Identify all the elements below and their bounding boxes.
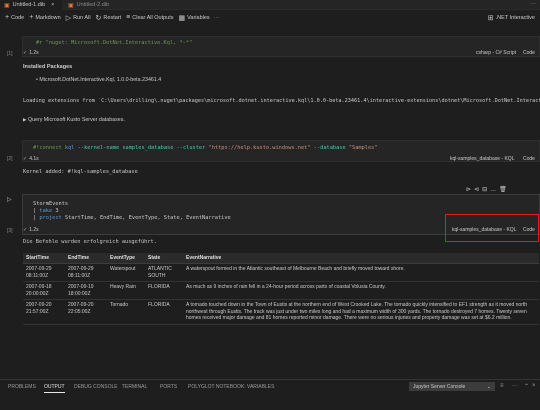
- execution-status: ✓ 1.2s: [23, 50, 39, 56]
- run-all-icon: ▷: [65, 14, 72, 22]
- query-details[interactable]: ▶ Query Microsoft Kusto Server databases…: [23, 117, 125, 123]
- close-tab-icon[interactable]: ×: [51, 2, 54, 8]
- table-cell: 2007-09-18 20:00:00Z: [23, 281, 65, 300]
- cell-2-source[interactable]: #!connect kql --kernel-name samples_data…: [33, 145, 378, 152]
- notebook-file-icon: ▣: [4, 2, 10, 9]
- add-code-button[interactable]: + Code: [5, 14, 24, 21]
- restart-icon: ↻: [95, 14, 102, 22]
- execution-count: [1]: [7, 51, 13, 57]
- cell-language-label[interactable]: Code: [523, 156, 535, 162]
- output-channel-select[interactable]: Jupyter Server Console ⌄: [409, 382, 495, 391]
- table-cell: Tornado: [107, 299, 145, 325]
- more-icon[interactable]: …: [490, 187, 499, 193]
- table-header-cell: EndTime: [65, 253, 107, 264]
- kernel-icon: ⊞: [487, 14, 494, 22]
- panel-tab-debug-console[interactable]: DEBUG CONSOLE: [74, 384, 118, 390]
- table-header-row: StartTime EndTime EventType State EventNarra…: [23, 253, 539, 264]
- kernel-picker[interactable]: ⊞ .NET Interactive: [488, 14, 535, 22]
- table-header-cell: State: [145, 253, 183, 264]
- execution-status: ✓ 1.2s: [23, 227, 39, 233]
- table-header-cell: EventNarrative: [183, 253, 539, 264]
- table-cell: 2007-09-29 08:11:00Z: [23, 263, 65, 282]
- panel-tab-output[interactable]: OUTPUT: [44, 384, 65, 393]
- check-icon: ✓: [23, 227, 28, 233]
- clear-output-icon[interactable]: ≡: [500, 383, 504, 389]
- panel-tab-ports[interactable]: PORTS: [160, 384, 177, 390]
- table-row: 2007-09-18 20:00:00Z 2007-09-19 18:00:00Z…: [23, 281, 539, 300]
- tab-untitled-1[interactable]: ▣ Untitled-1.dib ×: [0, 0, 62, 10]
- more-icon[interactable]: ···: [214, 15, 220, 21]
- delete-icon[interactable]: 🗑: [499, 187, 510, 193]
- results-table-container: StartTime EndTime EventType State EventNarra…: [23, 253, 540, 325]
- cell-3-source[interactable]: StormEvents | take 3 | project StartTime…: [33, 201, 231, 222]
- run-cell-icon[interactable]: ▷: [7, 196, 12, 203]
- tab-bar: ▣ Untitled-1.dib × ▣ Untitled-2.dib ···: [0, 0, 540, 10]
- highlight-box: [445, 214, 539, 242]
- notebook-toolbar: + Code + Markdown ▷ Run All ↻ Restart ≡ Clear…: [0, 11, 540, 24]
- clear-outputs-button[interactable]: ≡ Clear All Outputs: [126, 14, 173, 21]
- table-cell: Heavy Rain: [107, 281, 145, 300]
- kernel-added-output: Kernel added: #!kql-samples_database: [23, 169, 138, 175]
- maximize-icon[interactable]: ⌃: [524, 383, 529, 390]
- run-below-icon[interactable]: ⊲: [474, 187, 482, 193]
- loading-extensions-text: Loading extensions from `C:\Users\drilli…: [23, 98, 540, 104]
- cell-kernel-label[interactable]: csharp - C# Script: [476, 50, 516, 56]
- more-icon[interactable]: ···: [512, 383, 518, 389]
- table-cell: A tornado touched down in the Town of Eu…: [183, 299, 539, 325]
- package-item: • Microsoft.DotNet.Interactive.Kql, 1.0.…: [36, 77, 162, 83]
- table-cell: As much as 9 inches of rain fell in a 24…: [183, 281, 539, 300]
- check-icon: ✓: [23, 156, 28, 162]
- more-actions-icon[interactable]: ···: [530, 1, 536, 7]
- panel-tab-terminal[interactable]: TERMINAL: [122, 384, 147, 390]
- table-cell: 2007-09-19 18:00:00Z: [65, 281, 107, 300]
- clear-icon: ≡: [126, 14, 131, 21]
- bottom-panel: PROBLEMS OUTPUT DEBUG CONSOLE TERMINAL PORTS…: [0, 379, 540, 410]
- check-icon: ✓: [23, 50, 28, 56]
- run-all-button[interactable]: ▷ Run All: [66, 14, 91, 22]
- split-cell-icon[interactable]: ⊟: [482, 187, 490, 193]
- table-row: 2007-09-29 08:11:00Z 2007-09-29 08:11:00Z…: [23, 263, 539, 282]
- cell-language-label[interactable]: Code: [523, 50, 535, 56]
- plus-icon: +: [29, 14, 34, 21]
- table-row: 2007-09-20 21:57:00Z 2007-09-20 22:05:00Z…: [23, 299, 539, 325]
- disclosure-triangle-icon: ▶: [23, 117, 27, 122]
- execution-count: [2]: [7, 156, 13, 162]
- table-cell: Waterspout: [107, 263, 145, 282]
- table-cell: 2007-09-20 21:57:00Z: [23, 299, 65, 325]
- table-cell: 2007-09-20 22:05:00Z: [65, 299, 107, 325]
- plus-icon: +: [5, 14, 10, 21]
- table-cell: FLORIDA: [145, 281, 183, 300]
- chevron-down-icon: ⌄: [486, 384, 491, 390]
- table-header-cell: StartTime: [23, 253, 65, 264]
- table-header-cell: EventType: [107, 253, 145, 264]
- execution-count: [3]: [7, 228, 13, 234]
- variables-icon: ▦: [178, 14, 186, 22]
- table-cell: A waterspout formed in the Atlantic sout…: [183, 263, 539, 282]
- execution-status: ✓ 4.1s: [23, 156, 39, 162]
- cell-toolbar: ⊳⊲⊟…🗑: [466, 186, 510, 193]
- run-above-icon[interactable]: ⊳: [466, 187, 474, 193]
- panel-tab-problems[interactable]: PROBLEMS: [8, 384, 36, 390]
- variables-button[interactable]: ▦ Variables: [179, 14, 210, 22]
- add-markdown-button[interactable]: + Markdown: [29, 14, 60, 21]
- cell-kernel-label[interactable]: kql-samples_database - KQL: [450, 156, 514, 162]
- table-cell: 2007-09-29 08:11:00Z: [65, 263, 107, 282]
- close-panel-icon[interactable]: ×: [532, 383, 536, 389]
- installed-packages-heading: Installed Packages: [23, 64, 73, 70]
- success-message: Die Befehle wurden erfolgreich ausgeführ…: [23, 239, 157, 245]
- tab-untitled-2[interactable]: ▣ Untitled-2.dib: [64, 0, 113, 10]
- panel-tab-polyglot-notebook-variables[interactable]: POLYGLOT NOTEBOOK: VARIABLES: [188, 384, 274, 390]
- restart-button[interactable]: ↻ Restart: [96, 14, 122, 22]
- notebook-file-icon: ▣: [68, 2, 74, 9]
- cell-1-source[interactable]: #r "nuget: Microsoft.DotNet.Interactive.…: [36, 40, 192, 47]
- code-cell-1[interactable]: #r "nuget: Microsoft.DotNet.Interactive.…: [22, 36, 540, 57]
- table-cell: ATLANTIC SOUTH: [145, 263, 183, 282]
- results-table: StartTime EndTime EventType State EventNarra…: [23, 253, 539, 325]
- table-cell: FLORIDA: [145, 299, 183, 325]
